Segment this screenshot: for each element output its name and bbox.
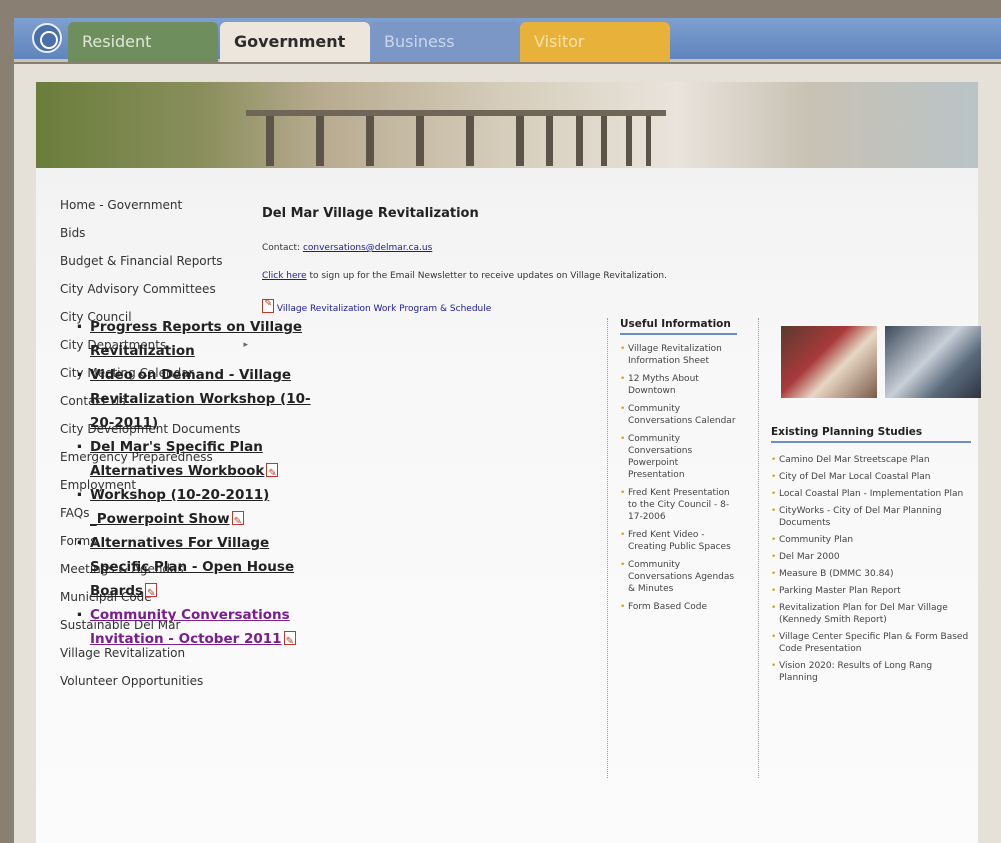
tab-business[interactable]: Business — [370, 22, 520, 62]
nav-item-label: Budget & Financial Reports — [60, 254, 223, 268]
list-item[interactable]: Local Coastal Plan - Implementation Plan — [771, 488, 971, 500]
meeting-photo-2 — [885, 326, 981, 398]
list-item[interactable]: Vision 2020: Results of Long Rang Planni… — [771, 660, 971, 684]
pdf-icon — [231, 510, 244, 534]
existing-planning-heading: Existing Planning Studies — [771, 426, 971, 443]
list-item[interactable]: Camino Del Mar Streetscape Plan — [771, 454, 971, 466]
tab-resident[interactable]: Resident — [68, 22, 218, 62]
meeting-photo-1 — [781, 326, 877, 398]
useful-information-heading: Useful Information — [620, 318, 737, 335]
pdf-icon — [262, 298, 274, 313]
list-item[interactable]: Form Based Code — [620, 601, 737, 613]
pdf-icon — [283, 630, 296, 654]
nav-item[interactable]: Budget & Financial Reports — [60, 254, 250, 268]
nav-item-label: Volunteer Opportunities — [60, 674, 204, 688]
useful-information-column: Useful Information Village Revitalizatio… — [607, 318, 737, 778]
signup-text: to sign up for the Email Newsletter to r… — [306, 271, 667, 281]
page-title: Del Mar Village Revitalization — [262, 206, 479, 221]
list-item[interactable]: Village Revitalization Information Sheet — [620, 343, 737, 367]
existing-planning-list: Camino Del Mar Streetscape Plan City of D… — [771, 454, 971, 689]
list-item[interactable]: Community Plan — [771, 534, 971, 546]
main-link[interactable]: Progress Reports on Village Revitalizati… — [90, 319, 302, 359]
header-banner-image — [36, 82, 978, 168]
nav-item-label: City Advisory Committees — [60, 282, 216, 296]
page-frame: Home - Government Bids Budget & Financial … — [14, 64, 1001, 843]
list-item[interactable]: Village Center Specific Plan & Form Base… — [771, 631, 971, 655]
main-link[interactable]: Community Conversations Invitation - Oct… — [90, 607, 290, 647]
list-item[interactable]: CityWorks - City of Del Mar Planning Doc… — [771, 505, 971, 529]
click-here-link[interactable]: Click here — [262, 271, 307, 281]
content-area: Home - Government Bids Budget & Financial … — [36, 168, 981, 843]
nav-item[interactable]: Home - Government — [60, 198, 250, 212]
main-link-item: Video on Demand - Village Revitalization… — [76, 359, 326, 435]
list-item[interactable]: Fred Kent Video - Creating Public Spaces — [620, 529, 737, 553]
main-link[interactable]: Video on Demand - Village Revitalization… — [90, 367, 311, 431]
list-item[interactable]: 12 Myths About Downtown — [620, 373, 737, 397]
list-item[interactable]: Fred Kent Presentation to the City Counc… — [620, 487, 737, 523]
main-content: Del Mar Village Revitalization Contact: … — [262, 196, 822, 314]
top-tab-bar: Resident Government Business Visitor — [14, 18, 1001, 62]
nav-item[interactable]: Bids — [60, 226, 250, 240]
contact-email-link[interactable]: conversations@delmar.ca.us — [303, 243, 432, 253]
list-item[interactable]: Measure B (DMMC 30.84) — [771, 568, 971, 580]
nav-item[interactable]: Volunteer Opportunities — [60, 674, 250, 688]
tab-government[interactable]: Government — [220, 22, 370, 62]
main-link-item: Progress Reports on Village Revitalizati… — [76, 311, 326, 363]
main-link-item: Community Conversations Invitation - Oct… — [76, 599, 326, 654]
contact-line: Contact: conversations@delmar.ca.us — [262, 243, 822, 253]
pdf-icon — [145, 582, 158, 606]
list-item[interactable]: City of Del Mar Local Coastal Plan — [771, 471, 971, 483]
main-link[interactable]: Alternatives For Village Specific Plan -… — [90, 535, 294, 599]
useful-information-list: Village Revitalization Information Sheet… — [620, 343, 737, 613]
work-program-link[interactable]: Village Revitalization Work Program & Sc… — [277, 304, 491, 314]
nav-item[interactable]: City Advisory Committees — [60, 282, 250, 296]
newsletter-line: Click here to sign up for the Email News… — [262, 271, 822, 281]
nav-item-label: Bids — [60, 226, 86, 240]
existing-planning-column: Existing Planning Studies Camino Del Mar… — [758, 318, 981, 778]
work-program-line: Village Revitalization Work Program & Sc… — [262, 298, 822, 314]
nav-item-label: Home - Government — [60, 198, 183, 212]
main-link[interactable]: Del Mar's Specific Plan Alternatives Wor… — [90, 439, 264, 479]
main-link-item: Alternatives For Village Specific Plan -… — [76, 527, 326, 606]
list-item[interactable]: Revitalization Plan for Del Mar Village … — [771, 602, 971, 626]
city-logo-icon[interactable] — [32, 23, 62, 53]
tab-visitor[interactable]: Visitor — [520, 22, 670, 62]
list-item[interactable]: Parking Master Plan Report — [771, 585, 971, 597]
list-item[interactable]: Del Mar 2000 — [771, 551, 971, 563]
bridge-image — [246, 110, 666, 166]
contact-label: Contact: — [262, 243, 301, 253]
pdf-icon — [266, 462, 279, 486]
list-item[interactable]: Community Conversations Powerpoint Prese… — [620, 433, 737, 481]
main-link-list: Progress Reports on Village Revitalizati… — [76, 311, 326, 654]
main-link-item: Del Mar's Specific Plan Alternatives Wor… — [76, 431, 326, 486]
main-link-item: Workshop (10-20-2011) _Powerpoint Show — [76, 479, 326, 534]
list-item[interactable]: Community Conversations Calendar — [620, 403, 737, 427]
list-item[interactable]: Community Conversations Agendas & Minute… — [620, 559, 737, 595]
